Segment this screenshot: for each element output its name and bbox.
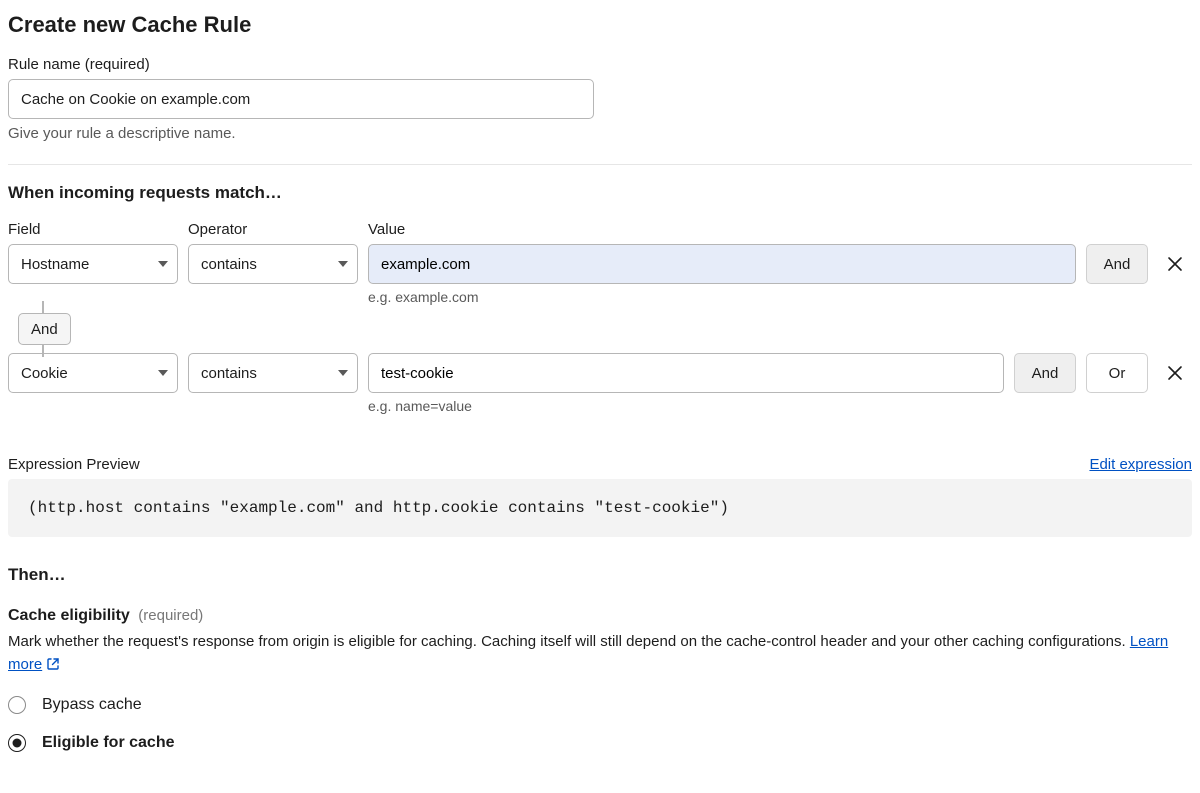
connector-line [42,301,44,313]
then-section-title: Then… [8,565,1192,585]
page-root: Create new Cache Rule Rule name (require… [0,0,1200,792]
operator-header: Operator [188,221,358,238]
connector-row: And [8,305,1192,353]
cache-eligibility-title: Cache eligibility (required) [8,607,1192,625]
cache-eligibility-title-text: Cache eligibility [8,607,130,624]
connector-badge[interactable]: And [18,313,71,345]
operator-select[interactable]: contains [188,244,358,284]
rule-name-label: Rule name (required) [8,56,1192,73]
value-header: Value [368,221,1192,238]
value-hint: e.g. name=value [368,398,1004,414]
required-indicator: (required) [138,607,203,624]
field-select-value: Cookie [21,365,68,382]
cache-eligibility-description: Mark whether the request's response from… [8,631,1192,678]
remove-row-button[interactable] [1158,244,1192,284]
external-link-icon [46,656,60,679]
value-column: e.g. example.com [368,244,1076,305]
eligibility-desc-text: Mark whether the request's response from… [8,633,1130,650]
radio-eligible-for-cache-label[interactable]: Eligible for cache [42,734,174,752]
match-column-headers: Field Operator Value [8,221,1192,238]
match-section-title: When incoming requests match… [8,183,1192,203]
expression-preview-box: (http.host contains "example.com" and ht… [8,479,1192,537]
operator-select[interactable]: contains [188,353,358,393]
match-row: Cookie contains e.g. name=value And Or [8,353,1192,414]
page-title: Create new Cache Rule [8,12,1192,38]
field-select-value: Hostname [21,256,89,273]
field-select[interactable]: Hostname [8,244,178,284]
value-hint: e.g. example.com [368,289,1076,305]
rule-name-input[interactable] [8,79,594,119]
rule-name-hint: Give your rule a descriptive name. [8,125,1192,142]
connector-line [42,345,44,357]
value-input[interactable] [368,353,1004,393]
field-header: Field [8,221,178,238]
expression-preview-label: Expression Preview [8,456,140,473]
radio-bypass-cache-label[interactable]: Bypass cache [42,696,142,714]
radio-bypass-cache[interactable] [8,696,26,714]
operator-select-value: contains [201,256,257,273]
edit-expression-link[interactable]: Edit expression [1089,456,1192,473]
close-icon [1167,256,1183,272]
and-button[interactable]: And [1014,353,1076,393]
close-icon [1167,365,1183,381]
value-column: e.g. name=value [368,353,1004,414]
operator-select-value: contains [201,365,257,382]
expression-preview-header: Expression Preview Edit expression [8,456,1192,473]
and-button[interactable]: And [1086,244,1148,284]
match-row: Hostname contains e.g. example.com And [8,244,1192,305]
field-select[interactable]: Cookie [8,353,178,393]
radio-bypass-cache-row[interactable]: Bypass cache [8,696,1192,714]
value-input[interactable] [368,244,1076,284]
divider [8,164,1192,165]
remove-row-button[interactable] [1158,353,1192,393]
radio-eligible-for-cache-row[interactable]: Eligible for cache [8,734,1192,752]
or-button[interactable]: Or [1086,353,1148,393]
radio-eligible-for-cache[interactable] [8,734,26,752]
